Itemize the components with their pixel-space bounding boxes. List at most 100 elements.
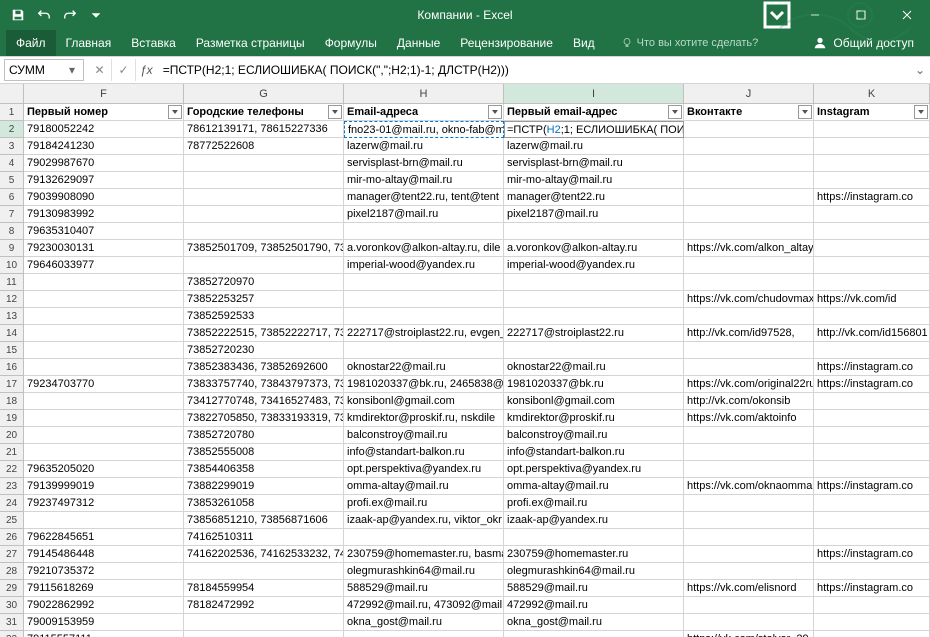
cell[interactable]: https://vk.com/oknaomma: [684, 478, 814, 495]
minimize-button[interactable]: [792, 0, 838, 30]
cell[interactable]: 73852253257: [184, 291, 344, 308]
cell[interactable]: balconstroy@mail.ru: [344, 427, 504, 444]
cell[interactable]: [24, 359, 184, 376]
cell[interactable]: 230759@homemaster.ru, basma: [344, 546, 504, 563]
cell[interactable]: [504, 342, 684, 359]
cell[interactable]: [184, 563, 344, 580]
cell[interactable]: https://instagram.co: [814, 478, 930, 495]
row-header[interactable]: 30: [0, 597, 24, 614]
cell[interactable]: [814, 172, 930, 189]
name-box[interactable]: СУММ ▾: [4, 59, 84, 81]
tab-view[interactable]: Вид: [563, 30, 605, 56]
cell[interactable]: a.voronkov@alkon-altay.ru: [504, 240, 684, 257]
row-header[interactable]: 17: [0, 376, 24, 393]
cell[interactable]: https://instagram.co: [814, 546, 930, 563]
cell[interactable]: [184, 189, 344, 206]
filter-dropdown-icon[interactable]: [168, 105, 182, 119]
col-header-H[interactable]: H: [344, 84, 504, 103]
cell[interactable]: 73852501709, 73852501790, 7385: [184, 240, 344, 257]
cell[interactable]: 79029987670: [24, 155, 184, 172]
cell[interactable]: kmdirektor@proskif.ru, nskdile: [344, 410, 504, 427]
cell[interactable]: 73852720230: [184, 342, 344, 359]
cell[interactable]: [814, 121, 930, 138]
cell[interactable]: [814, 257, 930, 274]
cell[interactable]: [814, 512, 930, 529]
cell[interactable]: =ПСТР(H2;1; ЕСЛИОШИБКА( ПОИСК(",";H2;1)-…: [504, 121, 684, 138]
cell[interactable]: [814, 631, 930, 637]
cell[interactable]: [814, 206, 930, 223]
cell[interactable]: olegmurashkin64@mail.ru: [504, 563, 684, 580]
row-header[interactable]: 6: [0, 189, 24, 206]
cell[interactable]: 79145486448: [24, 546, 184, 563]
cell[interactable]: [684, 529, 814, 546]
cell[interactable]: [814, 138, 930, 155]
cell[interactable]: [814, 274, 930, 291]
qat-customize-button[interactable]: [84, 3, 108, 27]
select-all-corner[interactable]: [0, 84, 24, 103]
cell[interactable]: 79210735372: [24, 563, 184, 580]
cell[interactable]: [504, 291, 684, 308]
cell[interactable]: 73852555008: [184, 444, 344, 461]
cell[interactable]: 222717@stroiplast22.ru: [504, 325, 684, 342]
cell[interactable]: oknostar22@mail.ru: [344, 359, 504, 376]
cell[interactable]: okna_gost@mail.ru: [344, 614, 504, 631]
cell[interactable]: [814, 410, 930, 427]
cell[interactable]: 79115618269: [24, 580, 184, 597]
row-header[interactable]: 18: [0, 393, 24, 410]
cell[interactable]: kmdirektor@proskif.ru: [504, 410, 684, 427]
cell[interactable]: servisplast-brn@mail.ru: [504, 155, 684, 172]
cell[interactable]: https://vk.com/aktoinfo: [684, 410, 814, 427]
row-header[interactable]: 7: [0, 206, 24, 223]
cell[interactable]: 73852720780: [184, 427, 344, 444]
cell[interactable]: [184, 223, 344, 240]
cell[interactable]: [684, 444, 814, 461]
cell[interactable]: [684, 138, 814, 155]
row-header[interactable]: 14: [0, 325, 24, 342]
row-header[interactable]: 20: [0, 427, 24, 444]
cell[interactable]: 79180052242: [24, 121, 184, 138]
cell[interactable]: 73854406358: [184, 461, 344, 478]
cell[interactable]: https://vk.com/chudovmaxim,: [684, 291, 814, 308]
cell[interactable]: 588529@mail.ru: [344, 580, 504, 597]
chevron-down-icon[interactable]: ▾: [65, 63, 79, 77]
cell[interactable]: 79622845651: [24, 529, 184, 546]
expand-formula-bar-button[interactable]: ⌄: [910, 63, 930, 77]
row-header[interactable]: 26: [0, 529, 24, 546]
cell[interactable]: 79022862992: [24, 597, 184, 614]
filter-dropdown-icon[interactable]: [328, 105, 342, 119]
cell[interactable]: [184, 206, 344, 223]
fx-icon[interactable]: ƒx: [136, 63, 157, 77]
cell[interactable]: oknostar22@mail.ru: [504, 359, 684, 376]
spreadsheet-grid[interactable]: F G H I J K 1Первый номерГородские телеф…: [0, 84, 930, 637]
cell[interactable]: manager@tent22.ru: [504, 189, 684, 206]
col-header-G[interactable]: G: [184, 84, 344, 103]
cell[interactable]: [344, 308, 504, 325]
save-button[interactable]: [6, 3, 30, 27]
row-header[interactable]: 27: [0, 546, 24, 563]
cell[interactable]: [504, 274, 684, 291]
cell[interactable]: 74162510311: [184, 529, 344, 546]
row-header[interactable]: 32: [0, 631, 24, 637]
cell[interactable]: [24, 342, 184, 359]
cell[interactable]: olegmurashkin64@mail.ru: [344, 563, 504, 580]
row-header[interactable]: 21: [0, 444, 24, 461]
cell[interactable]: 230759@homemaster.ru: [504, 546, 684, 563]
cell[interactable]: [684, 121, 814, 138]
share-button[interactable]: Общий доступ: [803, 36, 924, 50]
row-header[interactable]: 31: [0, 614, 24, 631]
cell[interactable]: [814, 529, 930, 546]
cell[interactable]: [814, 393, 930, 410]
cell[interactable]: izaak-ap@yandex.ru: [504, 512, 684, 529]
cell[interactable]: 79130983992: [24, 206, 184, 223]
header-cell[interactable]: Instagram: [814, 104, 930, 121]
cell[interactable]: [814, 495, 930, 512]
cell[interactable]: [24, 444, 184, 461]
filter-dropdown-icon[interactable]: [488, 105, 502, 119]
tab-page-layout[interactable]: Разметка страницы: [186, 30, 315, 56]
row-header[interactable]: 3: [0, 138, 24, 155]
row-header[interactable]: 2: [0, 121, 24, 138]
cell[interactable]: mir-mo-altay@mail.ru: [504, 172, 684, 189]
cell[interactable]: [344, 291, 504, 308]
cell[interactable]: [24, 291, 184, 308]
cell[interactable]: 588529@mail.ru: [504, 580, 684, 597]
